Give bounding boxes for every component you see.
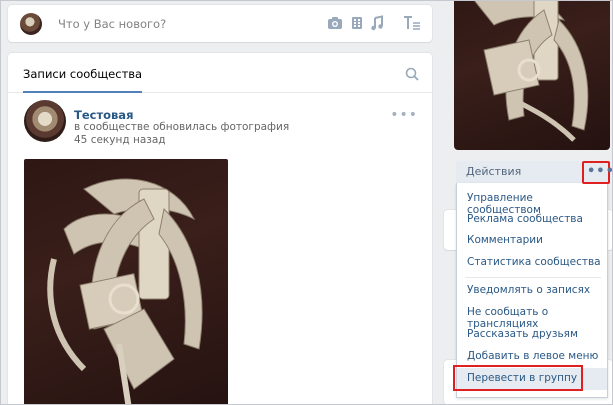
menu-divider: [465, 277, 601, 278]
community-wall: Записи сообщества Тестовая в сообществе …: [8, 53, 432, 405]
menu-item-comments[interactable]: Комментарии: [457, 230, 607, 252]
post-author-name[interactable]: Тестовая: [74, 108, 133, 122]
search-icon[interactable]: [405, 67, 419, 81]
highlight-convert-to-group: [453, 365, 583, 391]
wall-tabs: Записи сообщества: [8, 53, 432, 93]
post-timestamp[interactable]: 45 секунд назад: [74, 134, 166, 146]
actions-more-button[interactable]: •••: [582, 161, 613, 184]
menu-item-mute-streams[interactable]: Не сообщать о трансляциях: [457, 302, 607, 330]
carved-emblem-image: [473, 0, 589, 142]
post-more-button[interactable]: •••: [390, 107, 418, 123]
tab-community-posts[interactable]: Записи сообщества: [23, 53, 143, 93]
menu-item-statistics[interactable]: Статистика сообщества: [457, 252, 607, 274]
more-dots-icon: •••: [587, 164, 613, 179]
post-composer[interactable]: Что у Вас нового?: [8, 5, 432, 42]
post-photo[interactable]: [24, 159, 228, 405]
music-icon[interactable]: [368, 15, 386, 31]
text-format-icon[interactable]: [403, 15, 421, 31]
post-action-text: в сообществе обновилась фотография: [74, 121, 290, 133]
video-icon[interactable]: [348, 15, 366, 31]
avatar[interactable]: [20, 13, 42, 35]
actions-label: Действия: [466, 165, 522, 178]
composer-placeholder[interactable]: Что у Вас нового?: [58, 17, 166, 31]
post-author-avatar[interactable]: [24, 100, 66, 142]
carved-emblem-image: [47, 178, 203, 405]
menu-item-notify-posts[interactable]: Уведомлять о записях: [457, 280, 607, 302]
camera-icon[interactable]: [326, 15, 344, 31]
community-cover-photo[interactable]: [454, 0, 610, 150]
menu-item-manage-community[interactable]: Управление сообществом: [457, 188, 607, 216]
menu-item-share[interactable]: Рассказать друзьям: [457, 324, 607, 346]
menu-item-advertise[interactable]: Реклама сообщества: [457, 209, 607, 231]
